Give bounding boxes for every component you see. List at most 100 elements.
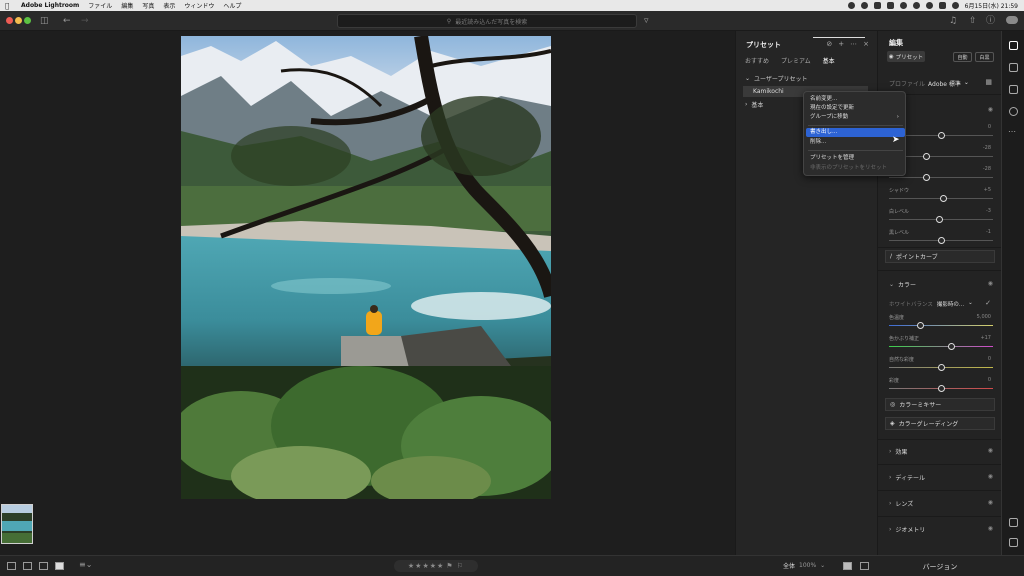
menu-view[interactable]: 表示 [163, 1, 175, 10]
close-window-button[interactable] [6, 17, 13, 24]
share-icon[interactable]: ⇧ [969, 15, 977, 27]
geometry-visibility-icon[interactable]: ◉ [988, 525, 993, 532]
slider-value[interactable]: -1 [986, 229, 991, 235]
profile-browser-icon[interactable]: ▦ [985, 78, 992, 86]
tab-premium[interactable]: プレミアム [781, 56, 811, 65]
menubar-clock[interactable]: 6月15日(水) 21:59 [965, 1, 1018, 10]
menu-manage-presets[interactable]: プリセットを管理 [806, 154, 905, 163]
apple-menu-icon[interactable]:  [5, 2, 15, 10]
sidebar-toggle-icon[interactable]: ◫ [40, 15, 49, 27]
slider-knob[interactable] [937, 237, 945, 244]
crop-tool-icon[interactable] [1009, 63, 1018, 72]
siri-icon[interactable] [951, 2, 959, 9]
slider-value[interactable]: -3 [986, 208, 991, 214]
menu-help[interactable]: ヘルプ [223, 1, 241, 10]
status-icon-3[interactable] [873, 2, 881, 9]
wifi-icon[interactable] [912, 2, 920, 9]
healing-tool-icon[interactable] [1009, 85, 1018, 94]
edit-tool-icon[interactable] [1009, 41, 1018, 50]
add-preset-icon[interactable]: + [838, 40, 844, 48]
star-rating[interactable]: ★★★★★ [408, 562, 444, 570]
slider-knob[interactable] [936, 216, 944, 223]
presets-more-icon[interactable]: ⋯ [850, 40, 857, 48]
slider-value[interactable]: +5 [984, 187, 991, 193]
slider-knob[interactable] [922, 153, 930, 160]
filmstrip-thumbnail[interactable] [1, 504, 33, 544]
auto-button[interactable]: 自動 [953, 52, 972, 62]
menu-photo[interactable]: 写真 [142, 1, 154, 10]
tab-recommended[interactable]: おすすめ [745, 56, 769, 65]
panel-toggle-icon[interactable] [860, 562, 869, 570]
slider-value[interactable]: 0 [988, 377, 991, 383]
menu-file[interactable]: ファイル [88, 1, 112, 10]
basic-presets-group[interactable]: › 基本 [745, 100, 763, 109]
menu-update-with-current[interactable]: 現在の設定で更新 [806, 104, 905, 113]
control-center-icon[interactable] [938, 2, 946, 9]
menu-window[interactable]: ウィンドウ [184, 1, 214, 10]
slider-knob[interactable] [922, 174, 930, 181]
lens-visibility-icon[interactable]: ◉ [988, 499, 993, 506]
detail-view-icon[interactable] [39, 562, 48, 570]
minimize-window-button[interactable] [15, 17, 22, 24]
help-icon[interactable]: ⓘ [986, 15, 995, 27]
detail-visibility-icon[interactable]: ◉ [988, 473, 993, 480]
status-icon-1[interactable] [847, 2, 855, 9]
flag-icons[interactable]: ⚑ ⚐ [446, 562, 464, 570]
color-section-header[interactable]: ⌄ カラー [889, 280, 916, 289]
slider-knob[interactable] [937, 364, 945, 371]
sort-icon[interactable]: ≡⌄ [79, 560, 92, 569]
effects-visibility-icon[interactable]: ◉ [988, 447, 993, 454]
zoom-control[interactable]: 全体 100% ⌄ [783, 561, 825, 570]
status-icon-2[interactable] [860, 2, 868, 9]
presets-button[interactable]: ◉ プリセット [887, 51, 925, 62]
versions-button[interactable]: バージョン [880, 556, 1000, 576]
lens-section-header[interactable]: › レンズ [889, 499, 913, 508]
menu-delete[interactable]: 削除... [806, 138, 905, 147]
slider-value[interactable]: 0 [988, 356, 991, 362]
slider-track[interactable] [889, 346, 993, 347]
single-view-icon[interactable] [55, 562, 64, 570]
color-grading-button[interactable]: ◈ カラーグレーディング [885, 417, 995, 430]
search-input[interactable]: ⚲ 最近読み込んだ写真を検索 [337, 14, 637, 28]
slider-knob[interactable] [939, 195, 947, 202]
notification-bell-icon[interactable]: ♫ [949, 15, 957, 27]
slider-track[interactable] [889, 177, 993, 178]
status-icon-4[interactable] [886, 2, 894, 9]
slider-knob[interactable] [947, 343, 955, 350]
back-arrow-icon[interactable]: ← [63, 15, 71, 27]
light-visibility-icon[interactable]: ◉ [988, 106, 993, 113]
masking-tool-icon[interactable] [1009, 107, 1018, 116]
slider-track[interactable] [889, 325, 993, 326]
menu-edit[interactable]: 編集 [121, 1, 133, 10]
app-menu[interactable]: Adobe Lightroom [21, 2, 79, 9]
close-presets-icon[interactable]: × [863, 40, 869, 48]
tab-basic[interactable]: 基本 [823, 56, 835, 65]
slider-value[interactable]: +17 [980, 335, 991, 341]
eyedropper-icon[interactable]: ✓ [985, 299, 991, 307]
search-spotlight-icon[interactable] [925, 2, 933, 9]
fullscreen-window-button[interactable] [24, 17, 31, 24]
filter-icon[interactable]: ▿ [644, 15, 649, 27]
color-visibility-icon[interactable]: ◉ [988, 280, 993, 287]
cloud-sync-icon[interactable] [1006, 16, 1018, 24]
slider-value[interactable]: -28 [983, 166, 991, 172]
geometry-section-header[interactable]: › ジオメトリ [889, 525, 925, 534]
forward-arrow-icon[interactable]: → [81, 15, 89, 27]
status-icon-5[interactable] [899, 2, 907, 9]
more-tools-icon[interactable]: ⋯ [1008, 127, 1017, 136]
user-presets-group[interactable]: ⌄ ユーザープリセット [745, 74, 808, 83]
menu-export[interactable]: 書き出し... [806, 128, 905, 137]
square-grid-icon[interactable] [7, 562, 16, 570]
white-balance-selector[interactable]: ホワイトバランス 撮影時の... ⌄ [889, 300, 973, 308]
photo-grid-icon[interactable] [23, 562, 32, 570]
slider-value[interactable]: 0 [988, 124, 991, 130]
slider-knob[interactable] [937, 385, 945, 392]
slider-knob[interactable] [916, 322, 924, 329]
menu-rename[interactable]: 名前変更... [806, 95, 905, 104]
slider-value[interactable]: -28 [983, 145, 991, 151]
effects-section-header[interactable]: › 効果 [889, 447, 907, 456]
menu-move-to-group[interactable]: グループに移動 › [806, 113, 905, 122]
info-tag-icon[interactable] [1009, 538, 1018, 547]
bw-button[interactable]: 白黒 [975, 52, 994, 62]
point-curve-button[interactable]: ∕ ポイントカーブ [885, 250, 995, 263]
